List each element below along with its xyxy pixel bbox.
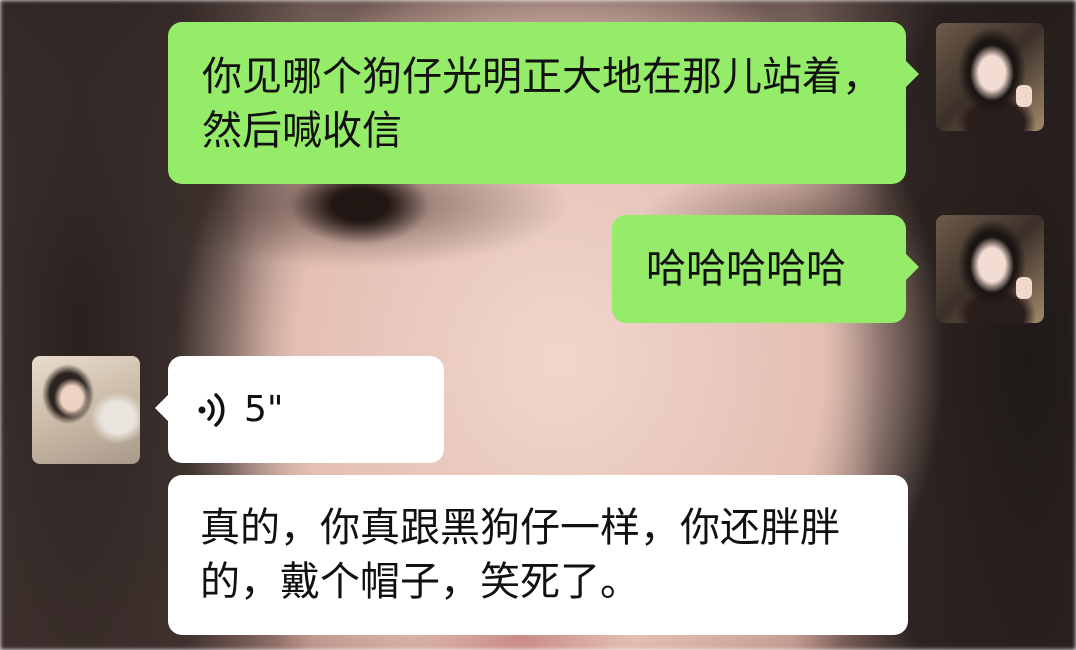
contact-avatar[interactable] [32,356,140,464]
voice-message-bubble[interactable]: 5" [155,356,444,463]
message-text: 你见哪个狗仔光明正大地在那儿站着，然后喊收信 [202,54,882,154]
my-avatar[interactable] [936,23,1044,131]
outgoing-message-bubble[interactable]: 哈哈哈哈哈 [612,215,919,323]
incoming-message-bubble[interactable]: 真的，你真跟黑狗仔一样，你还胖胖的，戴个帽子，笑死了。 [168,475,908,635]
my-avatar[interactable] [936,215,1044,323]
voice-duration: 5" [244,389,284,430]
message-text: 真的，你真跟黑狗仔一样，你还胖胖的，戴个帽子，笑死了。 [200,505,840,605]
voice-wave-icon [198,393,225,427]
message-text: 哈哈哈哈哈 [646,246,846,292]
outgoing-message-bubble[interactable]: 你见哪个狗仔光明正大地在那儿站着，然后喊收信 [168,22,919,184]
